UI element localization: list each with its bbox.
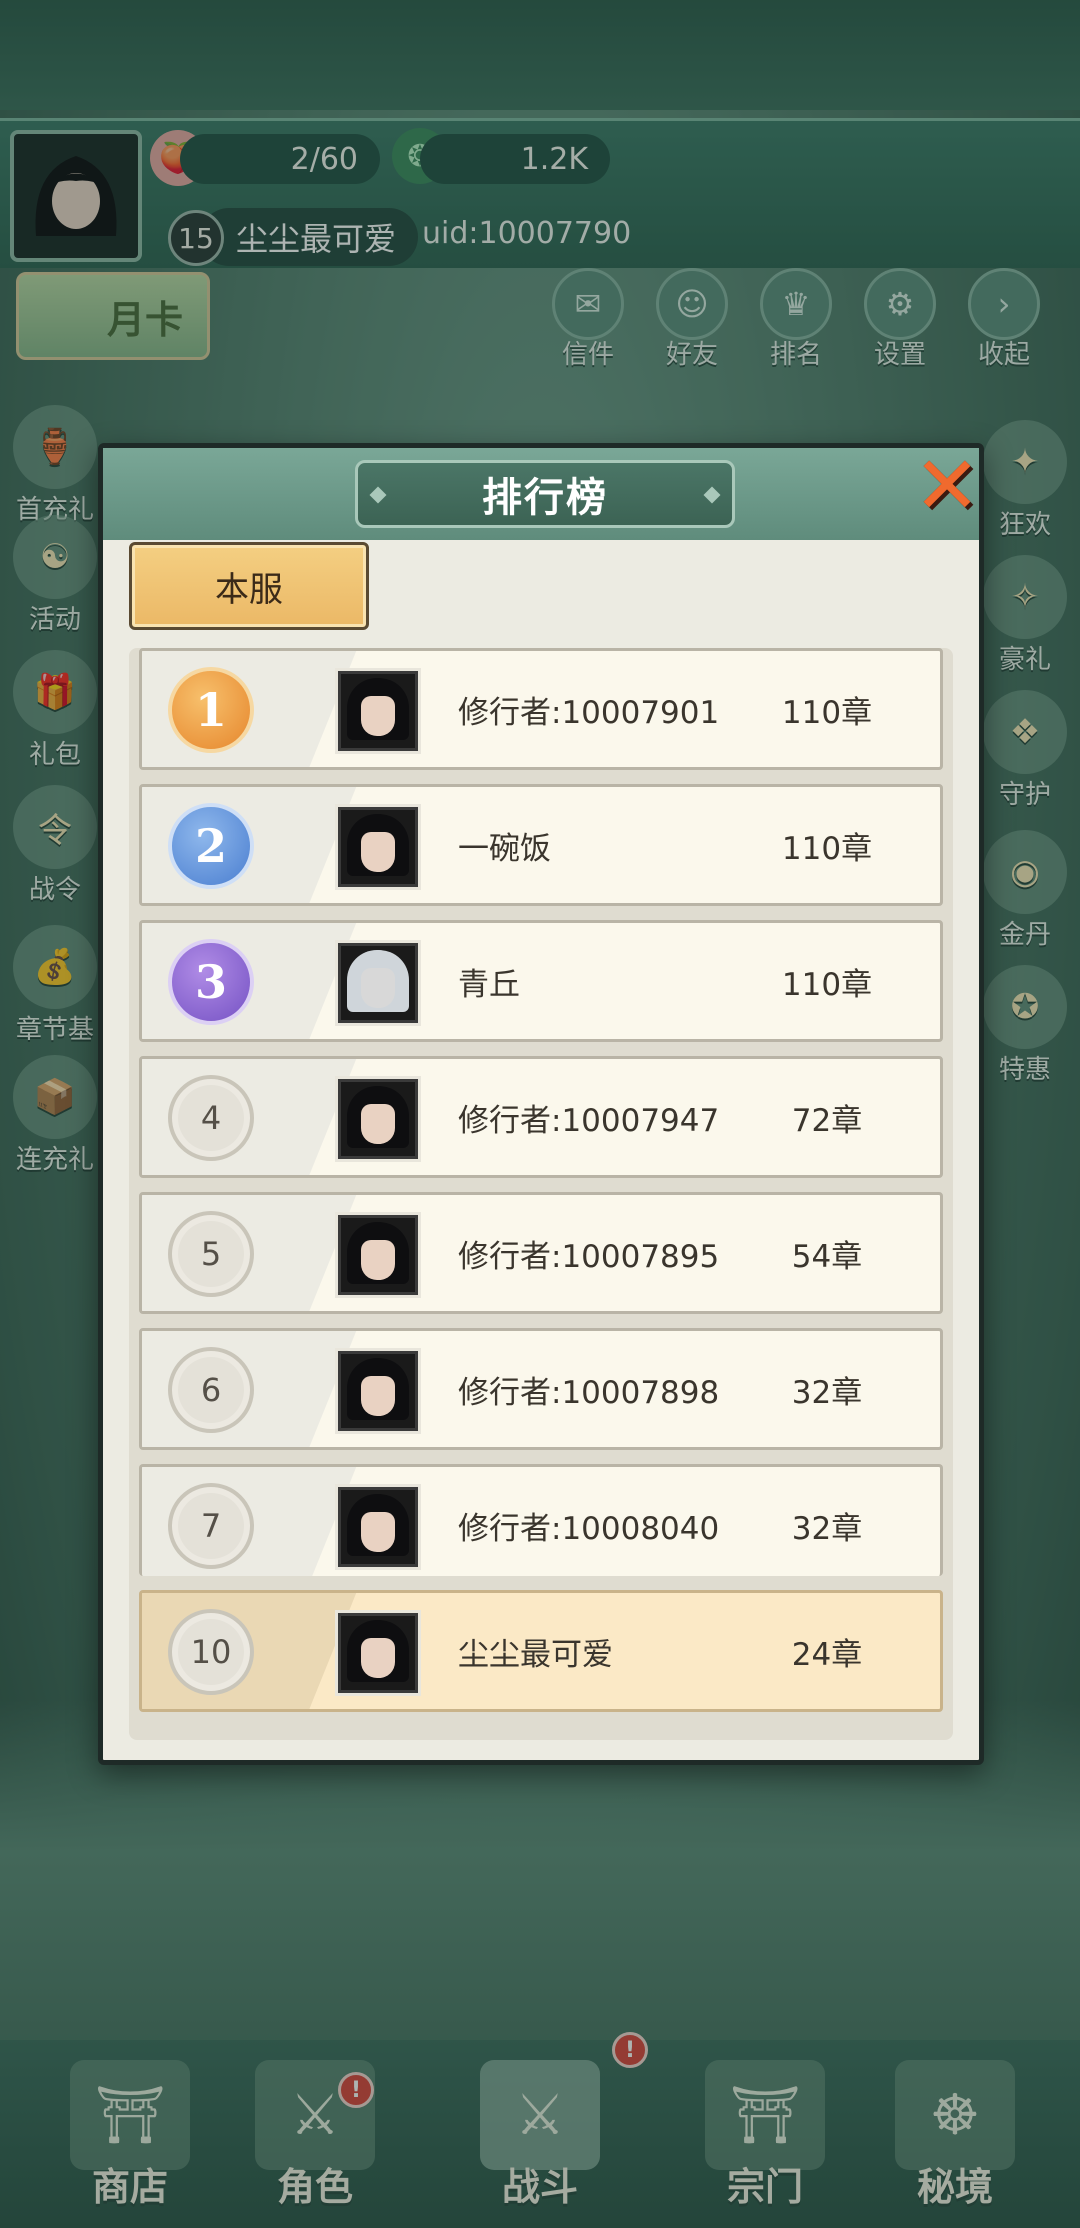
gold-medal-icon: 1 — [168, 667, 254, 753]
rank-number: 4 — [168, 1075, 254, 1161]
player-portrait[interactable] — [335, 1348, 421, 1434]
self-chapter-progress: 24章 — [791, 1636, 863, 1673]
player-name: 修行者:10008040 — [458, 1510, 720, 1547]
silver-medal-icon: 2 — [168, 803, 254, 889]
ranking-list[interactable]: 1 修行者:10007901 110章 2 一碗饭 110章 3 青丘 110章 — [129, 648, 953, 1740]
chapter-progress: 72章 — [791, 1102, 863, 1139]
tab-this-server[interactable]: 本服 — [129, 542, 369, 630]
bronze-medal-icon: 3 — [168, 939, 254, 1025]
player-portrait[interactable] — [335, 668, 421, 754]
chapter-progress: 32章 — [791, 1510, 863, 1547]
ranking-row[interactable]: 2 一碗饭 110章 — [139, 784, 943, 906]
rank-number: 7 — [168, 1483, 254, 1569]
player-name: 修行者:10007947 — [458, 1102, 720, 1139]
self-rank-number: 10 — [168, 1609, 254, 1695]
player-portrait[interactable] — [335, 940, 421, 1026]
modal-title: 排行榜 — [355, 460, 735, 528]
ranking-row[interactable]: 1 修行者:10007901 110章 — [139, 648, 943, 770]
player-name: 青丘 — [458, 966, 520, 1003]
chapter-progress: 54章 — [791, 1238, 863, 1275]
chapter-progress: 110章 — [781, 694, 873, 731]
chapter-progress: 110章 — [781, 830, 873, 867]
ranking-row[interactable]: 7 修行者:10008040 32章 — [139, 1464, 943, 1576]
self-ranking-row[interactable]: 10 尘尘最可爱 24章 — [139, 1590, 943, 1712]
modal-title-text: 排行榜 — [482, 475, 608, 521]
player-name: 一碗饭 — [458, 830, 551, 867]
self-name: 尘尘最可爱 — [458, 1636, 613, 1673]
chapter-progress: 32章 — [791, 1374, 863, 1411]
player-name: 修行者:10007901 — [458, 694, 720, 731]
player-name: 修行者:10007895 — [458, 1238, 720, 1275]
ranking-row[interactable]: 6 修行者:10007898 32章 — [139, 1328, 943, 1450]
ranking-row[interactable]: 5 修行者:10007895 54章 — [139, 1192, 943, 1314]
player-portrait[interactable] — [335, 1484, 421, 1570]
close-icon[interactable]: ✕ — [909, 446, 985, 526]
player-name: 修行者:10007898 — [458, 1374, 720, 1411]
tab-label: 本服 — [215, 569, 283, 610]
player-portrait[interactable] — [335, 804, 421, 890]
player-portrait[interactable] — [335, 1076, 421, 1162]
self-portrait[interactable] — [335, 1610, 421, 1696]
rank-number: 5 — [168, 1211, 254, 1297]
rank-number: 6 — [168, 1347, 254, 1433]
ranking-row[interactable]: 4 修行者:10007947 72章 — [139, 1056, 943, 1178]
ranking-row[interactable]: 3 青丘 110章 — [139, 920, 943, 1042]
leaderboard-modal: 排行榜 ✕ 本服 1 修行者:10007901 110章 2 一碗饭 110章 … — [98, 443, 984, 1765]
player-portrait[interactable] — [335, 1212, 421, 1298]
chapter-progress: 110章 — [781, 966, 873, 1003]
